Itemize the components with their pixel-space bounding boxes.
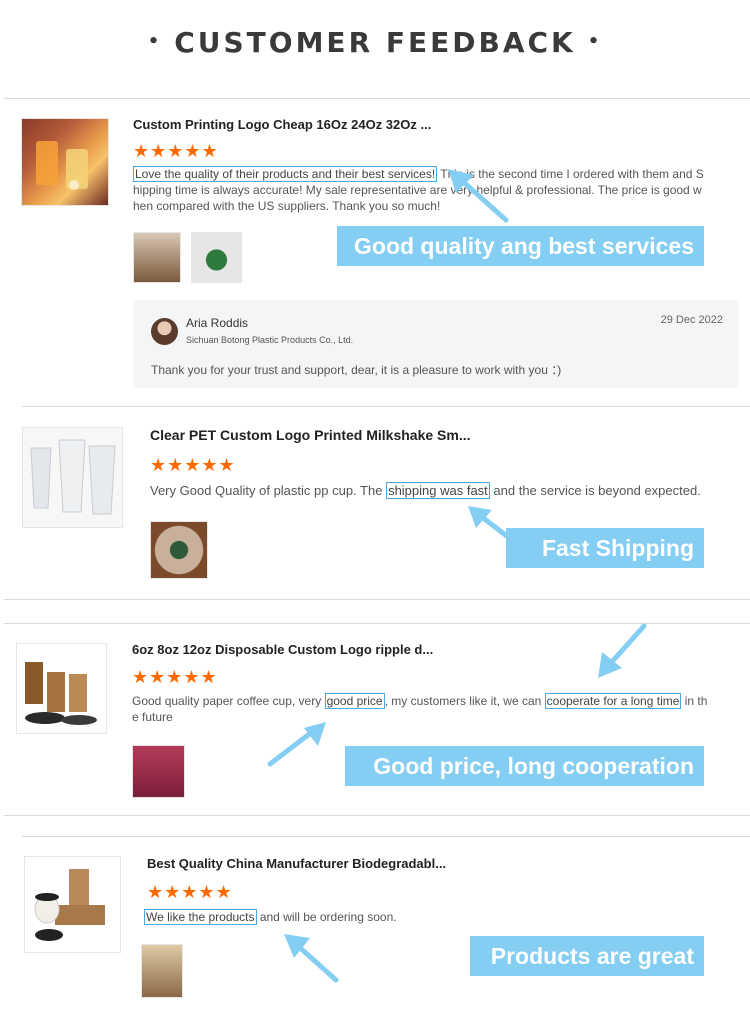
review-photo[interactable]	[141, 944, 183, 998]
product-image-cup-carrier[interactable]	[24, 856, 121, 953]
reply-author: Aria Roddis	[186, 316, 249, 330]
avatar	[151, 318, 178, 345]
reply-company: Sichuan Botong Plastic Products Co., Ltd…	[186, 335, 354, 345]
callout-label: Fast Shipping	[506, 528, 704, 568]
review-text: We like the products and will be orderin…	[144, 909, 397, 925]
divider	[4, 98, 750, 99]
reply-message: Thank you for your trust and support, de…	[151, 363, 562, 377]
highlighted-phrase: shipping was fast	[386, 482, 490, 499]
arrow-icon	[267, 722, 326, 767]
rating-stars: ★★★★★	[132, 667, 218, 687]
divider	[22, 406, 750, 407]
arrow-icon	[448, 169, 509, 223]
product-title[interactable]: Clear PET Custom Logo Printed Milkshake …	[150, 427, 471, 443]
callout-label: Products are great	[470, 936, 704, 976]
reply-date: 29 Dec 2022	[660, 314, 723, 326]
divider	[4, 815, 750, 816]
review-text: Very Good Quality of plastic pp cup. The…	[150, 482, 701, 499]
callout-label: Good quality ang best services	[337, 226, 704, 266]
rating-stars: ★★★★★	[133, 141, 219, 161]
product-title[interactable]: 6oz 8oz 12oz Disposable Custom Logo ripp…	[132, 642, 433, 657]
divider	[22, 836, 750, 837]
review-text: Good quality paper coffee cup, very good…	[132, 693, 708, 724]
callout-label: Good price, long cooperation	[345, 746, 704, 786]
product-title[interactable]: Best Quality China Manufacturer Biodegra…	[147, 856, 446, 871]
arrow-icon	[598, 623, 647, 678]
review-photo[interactable]	[150, 521, 208, 579]
review-text: Love the quality of their products and t…	[133, 166, 704, 213]
product-image-cups-drinks[interactable]	[21, 118, 109, 206]
highlighted-phrase: Love the quality of their products and t…	[133, 166, 438, 182]
review-photo[interactable]	[191, 232, 242, 283]
highlighted-phrase: cooperate for a long time	[544, 693, 682, 709]
arrow-icon	[284, 934, 339, 983]
rating-stars: ★★★★★	[150, 455, 236, 475]
divider	[4, 599, 750, 600]
review-photo[interactable]	[132, 745, 185, 798]
review-photo[interactable]	[133, 232, 181, 283]
product-title[interactable]: Custom Printing Logo Cheap 16Oz 24Oz 32O…	[133, 117, 431, 132]
page-heading: • CUSTOMER FEEDBACK •	[147, 26, 603, 59]
seller-reply: Aria Roddis Sichuan Botong Plastic Produ…	[133, 300, 739, 388]
heading-text: CUSTOMER FEEDBACK	[174, 26, 576, 59]
rating-stars: ★★★★★	[147, 882, 233, 902]
product-image-ripple-cups[interactable]	[16, 643, 107, 734]
highlighted-phrase: We like the products	[144, 909, 257, 925]
product-image-clear-cups[interactable]	[22, 427, 123, 528]
highlighted-phrase: good price	[324, 693, 385, 709]
